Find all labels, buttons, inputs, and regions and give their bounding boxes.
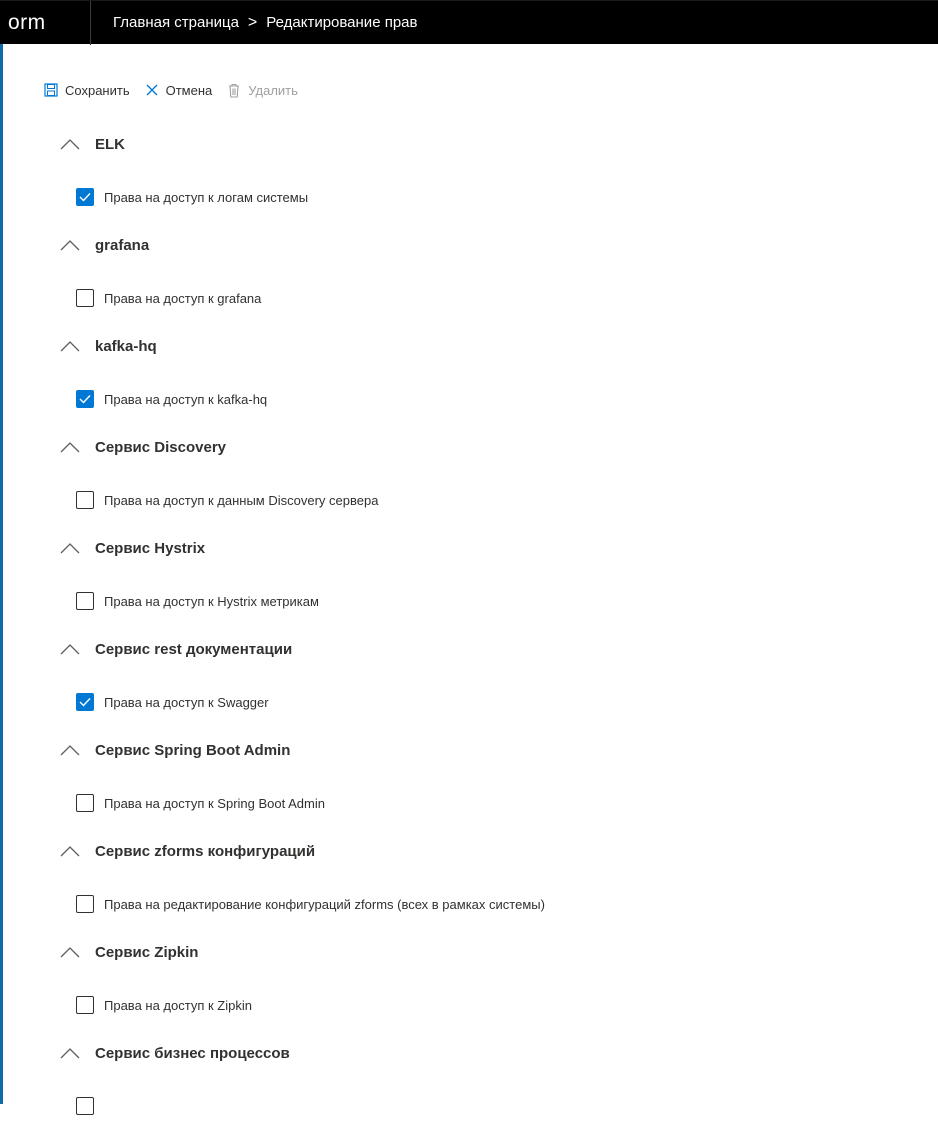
app-brand[interactable]: orm (0, 0, 91, 45)
chevron-up-icon (59, 944, 85, 960)
permission-group: Сервис rest документации Права на доступ… (3, 625, 938, 726)
permission-label: Права на доступ к Swagger (104, 694, 269, 710)
permission-group: grafana Права на доступ к grafana (3, 221, 938, 322)
chevron-up-icon (59, 1045, 85, 1061)
permission-checkbox[interactable] (76, 289, 94, 307)
cancel-label: Отмена (165, 82, 213, 98)
permission-group: Сервис Spring Boot Admin Права на доступ… (3, 726, 938, 827)
save-icon (43, 82, 59, 98)
group-header[interactable]: Сервис Spring Boot Admin (59, 738, 290, 762)
permission-group: Сервис Hystrix Права на доступ к Hystrix… (3, 524, 938, 625)
permission-label: Права на редактирование конфигураций zfo… (104, 896, 545, 912)
permission-group: kafka-hq Права на доступ к kafka-hq (3, 322, 938, 423)
group-header[interactable]: Сервис бизнес процессов (59, 1041, 290, 1065)
chevron-up-icon (59, 540, 85, 556)
group-title: kafka-hq (95, 337, 157, 355)
permission-checkbox[interactable] (76, 794, 94, 812)
breadcrumb-separator: > (247, 13, 258, 31)
permission-item: Права на доступ к данным Discovery серве… (76, 489, 378, 511)
chevron-up-icon (59, 742, 85, 758)
permission-group: Сервис Discovery Права на доступ к данны… (3, 423, 938, 524)
group-title: Сервис Zipkin (95, 943, 199, 961)
group-header[interactable]: ELK (59, 132, 125, 156)
permission-group: Сервис Zipkin Права на доступ к Zipkin (3, 928, 938, 1029)
permission-item: Права на доступ к логам системы (76, 186, 308, 208)
group-title: Сервис бизнес процессов (95, 1044, 290, 1062)
permission-item: Права на доступ к Zipkin (76, 994, 252, 1016)
checkmark-icon (79, 193, 91, 202)
breadcrumb: Главная страница > Редактирование прав (91, 14, 417, 32)
permission-label: Права на доступ к Spring Boot Admin (104, 795, 325, 811)
close-icon (144, 82, 160, 98)
chevron-up-icon (59, 439, 85, 455)
chevron-up-icon (59, 641, 85, 657)
chevron-up-icon (59, 843, 85, 859)
group-title: grafana (95, 236, 150, 254)
permission-checkbox[interactable] (76, 491, 94, 509)
chevron-up-icon (59, 338, 85, 354)
permission-label: Права на доступ к grafana (104, 290, 262, 306)
permission-checkbox[interactable] (76, 996, 94, 1014)
command-bar: Сохранить Отмена Удалить (3, 72, 938, 108)
group-header[interactable]: kafka-hq (59, 334, 157, 358)
permissions-list: ELK Права на доступ к логам системы graf… (3, 120, 938, 1130)
permission-group: Сервис zforms конфигураций Права на реда… (3, 827, 938, 928)
group-header[interactable]: grafana (59, 233, 149, 257)
checkmark-icon (79, 395, 91, 404)
delete-label: Удалить (248, 82, 298, 98)
group-title: Сервис rest документации (95, 640, 293, 658)
trash-icon (226, 82, 242, 98)
permission-checkbox[interactable] (76, 1097, 94, 1115)
permission-checkbox[interactable] (76, 390, 94, 408)
chevron-up-icon (59, 237, 85, 253)
permission-label: Права на доступ к kafka-hq (104, 391, 268, 407)
permission-group: Сервис бизнес процессов (3, 1029, 938, 1130)
permission-label: Права на доступ к логам системы (104, 189, 309, 205)
permission-item (76, 1095, 104, 1117)
save-label: Сохранить (65, 82, 130, 98)
chevron-up-icon (59, 136, 85, 152)
group-header[interactable]: Сервис rest документации (59, 637, 292, 661)
group-title: ELK (95, 135, 125, 153)
permission-group: ELK Права на доступ к логам системы (3, 120, 938, 221)
group-header[interactable]: Сервис Hystrix (59, 536, 205, 560)
permission-item: Права на доступ к Hystrix метрикам (76, 590, 319, 612)
permission-checkbox[interactable] (76, 693, 94, 711)
permission-item: Права на доступ к grafana (76, 287, 261, 309)
permission-item: Права на доступ к Spring Boot Admin (76, 792, 325, 814)
group-title: Сервис Hystrix (95, 539, 206, 557)
breadcrumb-current: Редактирование прав (266, 14, 418, 31)
permission-item: Права на редактирование конфигураций zfo… (76, 893, 545, 915)
checkmark-icon (79, 698, 91, 707)
permission-item: Права на доступ к kafka-hq (76, 388, 267, 410)
group-header[interactable]: Сервис Discovery (59, 435, 226, 459)
permission-checkbox[interactable] (76, 895, 94, 913)
permission-label: Права на доступ к Hystrix метрикам (104, 593, 319, 609)
group-title: Сервис zforms конфигураций (95, 842, 316, 860)
permission-label: Права на доступ к данным Discovery серве… (104, 492, 379, 508)
group-title: Сервис Spring Boot Admin (95, 741, 291, 759)
permission-checkbox[interactable] (76, 188, 94, 206)
group-header[interactable]: Сервис zforms конфигураций (59, 839, 315, 863)
permission-item: Права на доступ к Swagger (76, 691, 269, 713)
delete-button[interactable]: Удалить (226, 82, 298, 98)
group-header[interactable]: Сервис Zipkin (59, 940, 198, 964)
save-button[interactable]: Сохранить (43, 82, 130, 98)
permission-checkbox[interactable] (76, 592, 94, 610)
group-title: Сервис Discovery (95, 438, 227, 456)
permission-label: Права на доступ к Zipkin (104, 997, 252, 1013)
top-bar: orm Главная страница > Редактирование пр… (0, 0, 938, 45)
cancel-button[interactable]: Отмена (144, 82, 213, 98)
breadcrumb-home[interactable]: Главная страница (113, 14, 239, 31)
